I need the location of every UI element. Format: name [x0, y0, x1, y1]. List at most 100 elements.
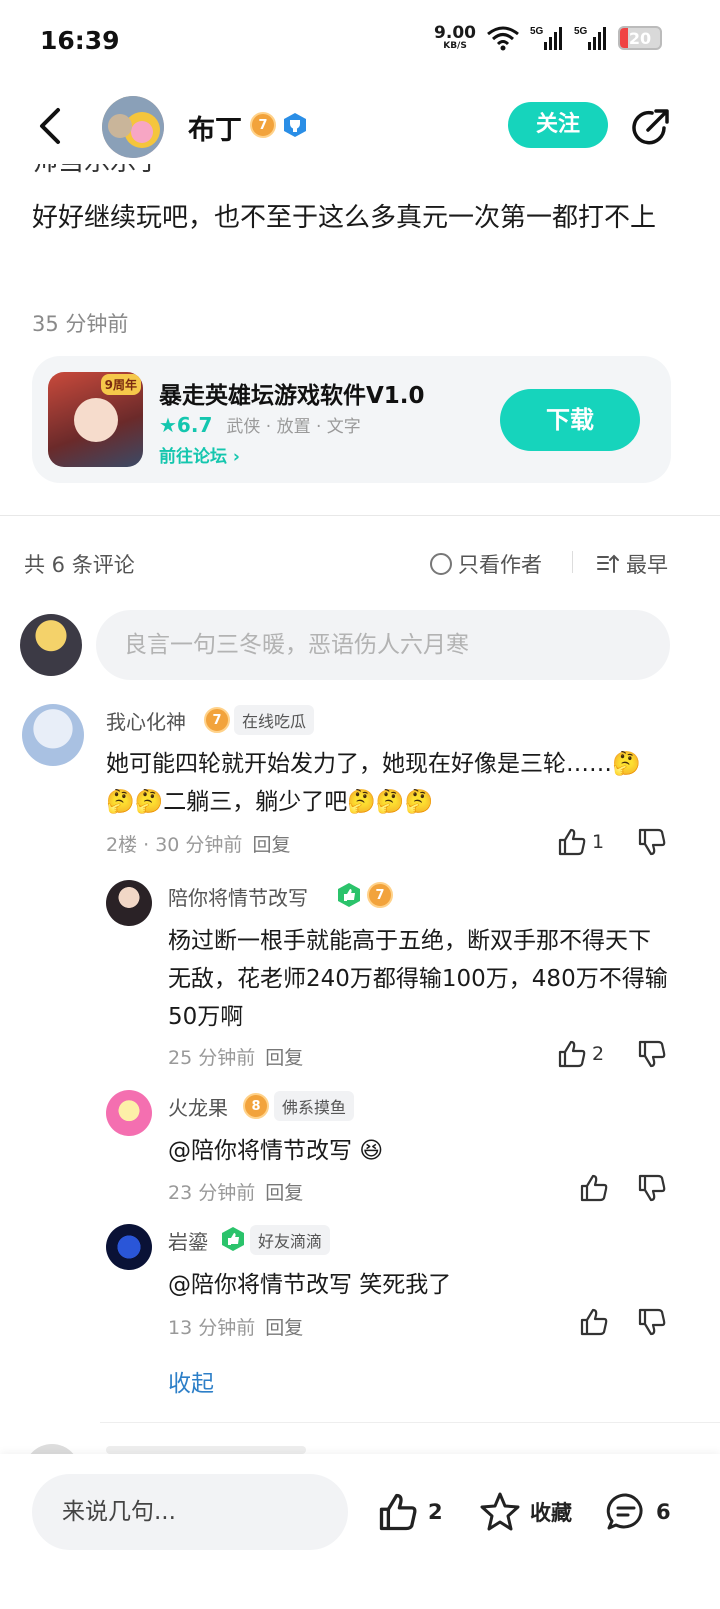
commenter-name[interactable]: 岩鎏	[168, 1226, 208, 1255]
sort-icon	[597, 554, 619, 573]
thumbs-down-icon	[638, 1308, 666, 1336]
level-badge-icon: 8	[243, 1093, 269, 1119]
thumbs-down-icon	[638, 1174, 666, 1202]
status-bar: 16:39 9.00 KB/S 5G 5G 20	[0, 0, 720, 84]
comment-count: 共 6 条评论	[24, 553, 135, 577]
commenter-level: 8	[251, 1098, 261, 1114]
level-badge-icon: 7	[367, 882, 393, 908]
game-title: 暴走英雄坛游戏软件V1.0	[159, 383, 425, 409]
dislike-button[interactable]	[636, 1172, 668, 1204]
post-timestamp: 35 分钟前	[32, 312, 129, 336]
comment-meta: 2楼 · 30 分钟前 回复	[106, 830, 290, 857]
bottom-bar: 来说几句... 2 收藏 6	[0, 1454, 720, 1609]
reply-button[interactable]: 回复	[265, 1047, 303, 1069]
reply-button[interactable]: 回复	[252, 834, 290, 856]
comment-time: 23 分钟前	[168, 1182, 256, 1204]
only-author-toggle[interactable]: 只看作者	[430, 549, 542, 579]
post-text-cutoff: 帅当乐乐了	[32, 162, 232, 182]
back-icon[interactable]	[32, 106, 72, 146]
thumbs-up-icon	[558, 828, 586, 856]
next-commenter-name	[106, 1446, 306, 1454]
author-avatar[interactable]	[102, 96, 164, 158]
user-tag: 好友滴滴	[250, 1225, 331, 1255]
commenter-avatar[interactable]	[22, 704, 84, 766]
collapse-replies-button[interactable]: 收起	[168, 1364, 214, 1398]
bottom-comment-input[interactable]: 来说几句...	[32, 1474, 348, 1550]
sort-button[interactable]: 最早	[596, 549, 668, 579]
like-button[interactable]: 2	[556, 1038, 604, 1070]
comments-button[interactable]: 6	[604, 1490, 671, 1534]
commenter-avatar[interactable]	[106, 1090, 152, 1136]
sort-label: 最早	[626, 553, 668, 577]
commenter-level: 7	[375, 887, 385, 903]
dislike-button[interactable]	[636, 826, 668, 858]
author-avatar-art	[102, 96, 164, 158]
collect-button[interactable]: 收藏	[478, 1490, 572, 1534]
svg-text:5G: 5G	[530, 26, 544, 37]
post-like-count: 2	[428, 1500, 443, 1524]
game-card[interactable]: 9周年 暴走英雄坛游戏软件V1.0 ★6.7 武侠 · 放置 · 文字 前往论坛…	[32, 356, 671, 483]
status-icons: 9.00 KB/S 5G 5G 20	[434, 24, 662, 52]
game-tags: 武侠 · 放置 · 文字	[226, 417, 361, 437]
commenter-avatar[interactable]	[106, 1224, 152, 1270]
comment-meta: 23 分钟前 回复	[168, 1178, 303, 1205]
game-icon-art	[74, 398, 118, 442]
like-button[interactable]: 1	[556, 826, 604, 858]
follow-button[interactable]: 关注	[508, 102, 608, 148]
comment-text: 她可能四轮就开始发力了，她现在好像是三轮……🤔🤔🤔二躺三，躺少了吧🤔🤔🤔	[106, 751, 641, 815]
commenter-name[interactable]: 火龙果	[168, 1092, 228, 1121]
comment-time: 2楼 · 30 分钟前	[106, 834, 243, 856]
dislike-button[interactable]	[636, 1038, 668, 1070]
user-tag: 佛系摸鱼	[274, 1091, 355, 1121]
commenter-name[interactable]: 我心化神	[106, 706, 186, 735]
anniversary-tag: 9周年	[100, 374, 141, 395]
battery-level: 20	[628, 29, 652, 48]
level-badge-icon: 7	[204, 707, 230, 733]
like-button[interactable]	[578, 1306, 610, 1338]
net-speed-unit: KB/S	[443, 41, 467, 51]
collect-label: 收藏	[530, 1501, 572, 1525]
post-body: 好好继续玩吧，也不至于这么多真元一次第一都打不上	[32, 203, 657, 233]
battery-icon: 20	[618, 26, 662, 50]
reply-button[interactable]: 回复	[265, 1317, 303, 1339]
my-avatar	[20, 614, 82, 676]
game-icon[interactable]: 9周年	[48, 372, 143, 467]
like-count: 2	[592, 1043, 605, 1065]
commenter-avatar[interactable]	[106, 880, 152, 926]
game-meta: ★6.7 武侠 · 放置 · 文字	[159, 412, 361, 438]
radio-icon	[430, 553, 452, 575]
comment-time: 13 分钟前	[168, 1317, 256, 1339]
star-icon	[480, 1492, 520, 1531]
wifi-icon	[487, 26, 519, 51]
thumbs-badge-icon	[338, 883, 360, 907]
thumbs-down-icon	[638, 1040, 666, 1068]
trophy-badge-icon	[284, 113, 306, 137]
dislike-button[interactable]	[636, 1306, 668, 1338]
net-speed: 9.00 KB/S	[434, 25, 476, 51]
comment-bubble-icon	[606, 1493, 643, 1530]
reply-button[interactable]: 回复	[265, 1182, 303, 1204]
status-time: 16:39	[40, 26, 120, 55]
comment-text: @陪你将情节改写 笑死我了	[168, 1272, 452, 1298]
download-button[interactable]: 下载	[500, 389, 640, 451]
post-like-button[interactable]: 2	[376, 1490, 443, 1534]
like-button[interactable]	[578, 1172, 610, 1204]
commenter-level: 7	[212, 712, 222, 728]
user-tag: 在线吃瓜	[234, 705, 315, 735]
svg-text:5G: 5G	[574, 26, 588, 37]
share-icon[interactable]	[630, 106, 672, 148]
comment-input[interactable]: 良言一句三冬暖，恶语伤人六月寒	[96, 610, 670, 680]
comment-text: @陪你将情节改写 😆	[168, 1138, 384, 1164]
comment-divider	[100, 1422, 720, 1423]
like-count: 1	[592, 831, 605, 853]
thumbs-up-icon	[379, 1493, 417, 1531]
comments-count: 6	[656, 1500, 671, 1524]
forum-link[interactable]: 前往论坛 ›	[159, 442, 240, 467]
net-speed-value: 9.00	[434, 23, 476, 43]
commenter-name[interactable]: 陪你将情节改写	[168, 882, 308, 911]
thumbs-up-icon	[580, 1174, 608, 1202]
comment-meta: 25 分钟前 回复	[168, 1043, 303, 1070]
author-name[interactable]: 布丁	[188, 108, 242, 147]
comment-time: 25 分钟前	[168, 1047, 256, 1069]
thumbs-down-icon	[638, 828, 666, 856]
